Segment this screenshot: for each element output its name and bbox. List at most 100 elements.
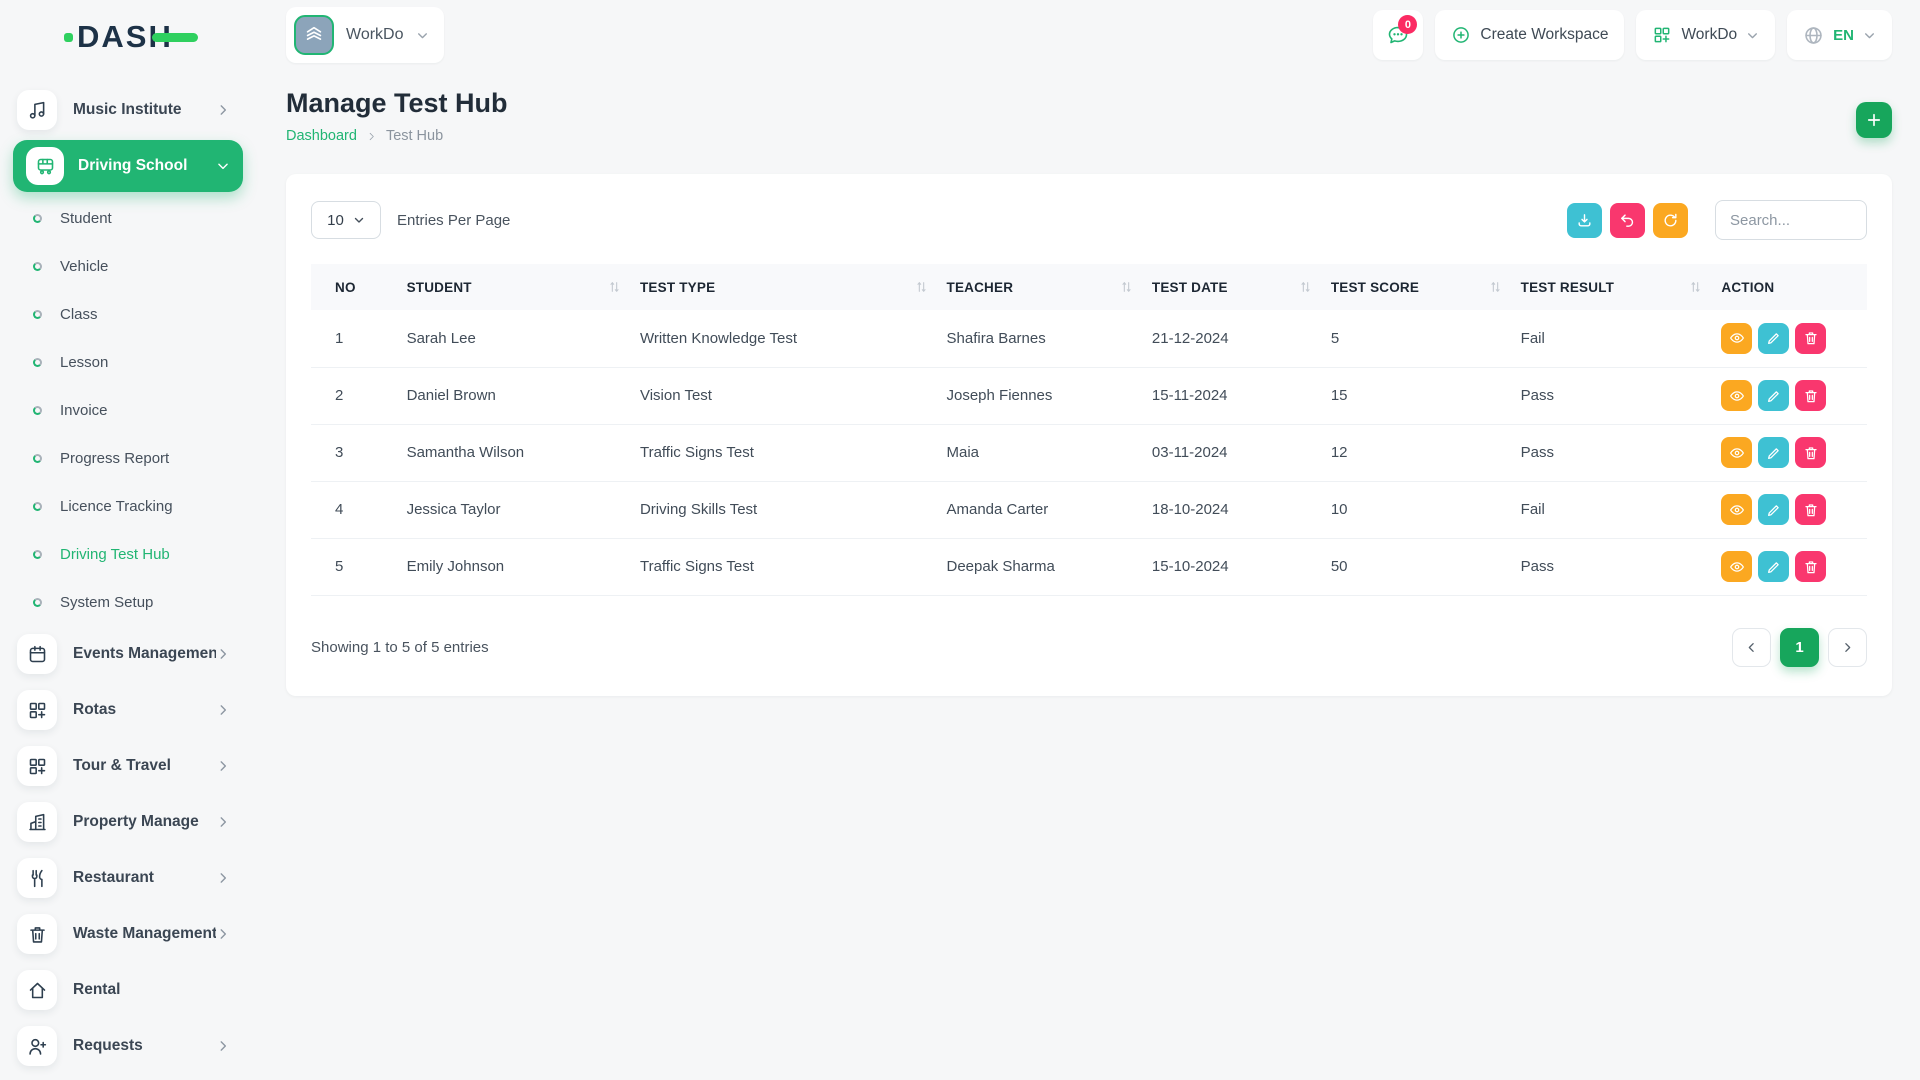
view-button[interactable] <box>1721 380 1753 411</box>
column-header-test_score[interactable]: TEST SCORE <box>1320 264 1511 310</box>
sort-icon <box>608 281 621 294</box>
sidebar-item-student[interactable]: Student <box>0 194 256 242</box>
sidebar-item-vehicle[interactable]: Vehicle <box>0 242 256 290</box>
cell-test_result: Fail <box>1510 310 1712 368</box>
cell-test_result: Pass <box>1510 538 1712 596</box>
app-menu-button[interactable]: WorkDo <box>1636 10 1776 60</box>
sidebar-item-invoice[interactable]: Invoice <box>0 386 256 434</box>
table-footer: Showing 1 to 5 of 5 entries 1 <box>311 627 1867 667</box>
edit-button[interactable] <box>1758 437 1790 468</box>
cell-test_score: 12 <box>1320 424 1511 482</box>
sidebar-item-system-setup[interactable]: System Setup <box>0 578 256 626</box>
sidebar-item-waste-management[interactable]: Waste Management <box>0 906 256 962</box>
cell-no: 2 <box>311 367 397 425</box>
table-row: 3 Samantha Wilson Traffic Signs Test Maia 03… <box>311 424 1867 482</box>
view-button[interactable] <box>1721 551 1753 582</box>
sort-icon <box>1120 281 1133 294</box>
sidebar-item-label: Music Institute <box>73 101 182 118</box>
sort-icon <box>1299 281 1312 294</box>
view-button[interactable] <box>1721 322 1753 354</box>
sidebar-item-events-management[interactable]: Events Management <box>0 626 256 682</box>
add-test-button[interactable] <box>1856 102 1892 138</box>
pagination-prev-button[interactable] <box>1732 627 1771 667</box>
cell-actions <box>1711 367 1867 425</box>
plus-icon <box>1865 111 1883 129</box>
cell-student: Daniel Brown <box>396 367 630 425</box>
delete-button[interactable] <box>1795 380 1827 411</box>
pagination-page-1-button[interactable]: 1 <box>1780 627 1819 667</box>
sidebar-item-class[interactable]: Class <box>0 290 256 338</box>
language-button[interactable]: EN <box>1787 10 1892 60</box>
sidebar-item-label: Class <box>60 305 98 323</box>
sidebar-item-progress-report[interactable]: Progress Report <box>0 434 256 482</box>
delete-button[interactable] <box>1795 322 1827 354</box>
column-header-student[interactable]: STUDENT <box>396 264 630 310</box>
sidebar-item-lesson[interactable]: Lesson <box>0 338 256 386</box>
pencil-icon <box>1766 502 1782 518</box>
sidebar-item-label: Progress Report <box>60 449 170 467</box>
delete-button[interactable] <box>1795 437 1827 468</box>
sidebar-item-property-manage[interactable]: Property Manage <box>0 794 256 850</box>
cell-student: Samantha Wilson <box>396 424 630 482</box>
sidebar-item-label: Restaurant <box>73 869 154 886</box>
row-actions <box>1721 322 1857 354</box>
icon-chip <box>17 1026 57 1066</box>
create-workspace-button[interactable]: Create Workspace <box>1435 10 1625 60</box>
sidebar-item-label: Property Manage <box>73 813 199 830</box>
refresh-icon <box>1662 212 1679 229</box>
sidebar-item-label: Driving Test Hub <box>60 545 170 563</box>
messages-button[interactable]: 0 <box>1373 10 1424 60</box>
chevron-right-icon <box>216 927 230 941</box>
view-button[interactable] <box>1721 494 1753 525</box>
cell-no: 4 <box>311 481 397 539</box>
sidebar-item-music-institute[interactable]: Music Institute <box>0 82 256 138</box>
delete-button[interactable] <box>1795 494 1827 525</box>
cell-actions <box>1711 538 1867 596</box>
workspace-switcher[interactable]: WorkDo <box>286 7 444 63</box>
column-header-test_type[interactable]: TEST TYPE <box>629 264 937 310</box>
sidebar-item-driving-test-hub[interactable]: Driving Test Hub <box>0 530 256 578</box>
chevron-right-icon <box>216 647 230 661</box>
sidebar-item-tour-travel[interactable]: Tour & Travel <box>0 738 256 794</box>
download-button[interactable] <box>1567 202 1602 238</box>
refresh-button[interactable] <box>1653 202 1688 238</box>
edit-button[interactable] <box>1758 322 1790 354</box>
row-actions <box>1721 551 1857 582</box>
delete-button[interactable] <box>1795 551 1827 582</box>
entries-per-page-select[interactable]: 10 <box>311 201 381 239</box>
cell-test_type: Traffic Signs Test <box>629 424 937 482</box>
notification-badge: 0 <box>1398 15 1418 34</box>
sidebar-item-label: Requests <box>73 1037 143 1054</box>
search-input[interactable] <box>1715 200 1867 240</box>
breadcrumb-dashboard-link[interactable]: Dashboard <box>286 128 357 144</box>
column-header-test_result[interactable]: TEST RESULT <box>1510 264 1712 310</box>
sidebar-item-rental[interactable]: Rental <box>0 962 256 1018</box>
column-header-test_date[interactable]: TEST DATE <box>1141 264 1321 310</box>
cell-test_date: 03-11-2024 <box>1141 424 1321 482</box>
edit-button[interactable] <box>1758 494 1790 525</box>
sidebar-item-driving-school[interactable]: Driving School <box>13 140 243 192</box>
edit-button[interactable] <box>1758 380 1790 411</box>
sidebar-item-rotas[interactable]: Rotas <box>0 682 256 738</box>
sidebar-item-restaurant[interactable]: Restaurant <box>0 850 256 906</box>
icon-chip <box>17 858 57 898</box>
table-row: 5 Emily Johnson Traffic Signs Test Deepak S… <box>311 538 1867 596</box>
cell-teacher: Maia <box>936 424 1142 482</box>
bullet-icon <box>33 357 42 367</box>
sidebar-item-requests[interactable]: Requests <box>0 1018 256 1074</box>
column-header-teacher[interactable]: TEACHER <box>936 264 1142 310</box>
sidebar-item-label: Vehicle <box>60 257 109 275</box>
chevron-right-icon <box>216 1039 230 1053</box>
view-button[interactable] <box>1721 437 1753 468</box>
chevron-right-icon <box>216 759 230 773</box>
app-logo[interactable]: DASH <box>0 0 256 74</box>
sort-icon <box>1689 281 1702 294</box>
chevron-right-icon <box>366 131 377 142</box>
trash-icon <box>1803 330 1819 346</box>
undo-button[interactable] <box>1610 202 1645 238</box>
pencil-icon <box>1766 330 1782 346</box>
pagination-next-button[interactable] <box>1828 627 1867 667</box>
edit-button[interactable] <box>1758 551 1790 582</box>
main-content: Manage Test Hub Dashboard Test Hub 10 En… <box>256 70 1920 1080</box>
sidebar-item-licence-tracking[interactable]: Licence Tracking <box>0 482 256 530</box>
